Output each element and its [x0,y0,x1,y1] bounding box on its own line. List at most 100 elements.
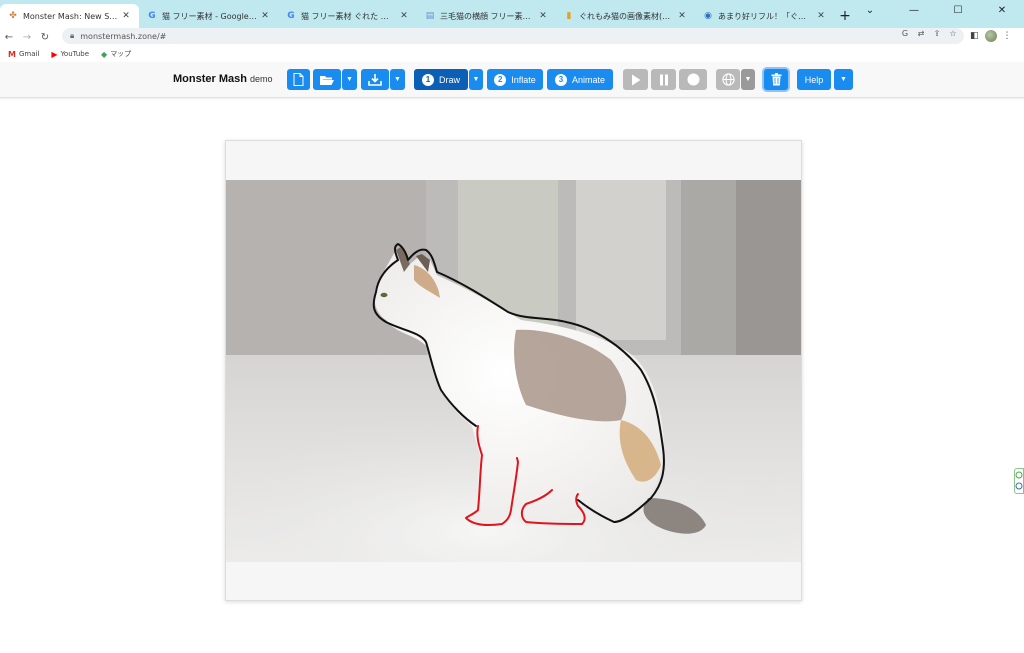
step-number: 2 [494,73,507,86]
brand-name: Monster Mash [173,73,247,85]
brand-suffix: demo [249,74,273,84]
step-number: 1 [421,73,434,86]
maps-icon: ◆ [101,49,108,59]
bookmark-label: マップ [110,50,132,58]
menu-kebab-icon[interactable]: ⋮ [1003,31,1012,41]
help-button[interactable]: Help [797,69,831,90]
bookmarks-bar: M Gmail ▶ YouTube ◆ マップ [0,46,1024,62]
open-button[interactable] [313,69,341,90]
chevron-down-icon: ▼ [840,76,847,83]
extension-side-widget[interactable] [1014,468,1024,494]
browser-right-icons: ◧ ⋮ [970,30,1012,42]
new-file-icon [293,73,304,86]
pause-button[interactable] [651,69,676,90]
document-favicon-icon: ▤ [425,11,435,21]
lock-icon: 🔒︎ [70,31,75,40]
back-icon[interactable]: ← [0,28,18,46]
mode-animate-button[interactable]: 3 Animate [547,69,613,90]
step-number: 3 [554,73,567,86]
monster-mash-favicon-icon: ✤ [9,11,17,21]
close-tab-icon[interactable]: ✕ [121,11,131,21]
reload-icon[interactable]: ↻ [36,28,54,46]
omnibox-actions: G ⇄ ⇪ ☆ [900,29,958,38]
bookmark-star-icon[interactable]: ☆ [948,29,958,38]
minimize-icon[interactable]: — [892,0,936,20]
pause-icon [659,74,668,85]
translate-icon[interactable]: ⇄ [916,29,926,38]
browser-tab-strip: ✤ Monster Mash: New Sketch-Base ✕ G 猫 フリ… [0,0,1024,28]
chevron-down-icon: ▼ [394,76,401,83]
close-tab-icon[interactable]: ✕ [816,11,826,21]
language-dropdown-button[interactable]: ▼ [741,69,755,90]
bookmark-gmail[interactable]: M Gmail [8,50,39,59]
app-toolbar: Monster Mash demo ▼ ▼ 1 Draw ▼ 2 Inflate … [0,62,1024,98]
help-label: Help [804,74,824,85]
download-icon [368,73,382,86]
url-omnibox[interactable]: 🔒︎ monstermash.zone/# G ⇄ ⇪ ☆ [62,28,964,44]
forward-icon[interactable]: → [18,28,36,46]
language-button[interactable] [716,69,740,90]
url-text: monstermash.zone/# [80,31,167,41]
play-button[interactable] [623,69,648,90]
record-button[interactable] [679,69,707,90]
share-icon[interactable]: ⇪ [932,29,942,38]
youtube-icon: ▶ [51,49,58,59]
close-window-icon[interactable]: ✕ [980,0,1024,20]
tab-title: 猫 フリー素材 - Google 検索 [162,11,257,21]
bookmark-label: Gmail [18,50,40,58]
tab-title: Monster Mash: New Sketch-Base [23,11,118,21]
tab-cat-real[interactable]: ◉ あまり好リフル！「ぐだぐだ」猫グリ ✕ [695,4,834,28]
mode-label: Animate [571,74,606,85]
extension-icon [1015,471,1023,490]
address-bar-row: ← → ↻ 🔒︎ monstermash.zone/# G ⇄ ⇪ ☆ ◧ ⋮ [0,28,1024,46]
tab-title: 三毛猫の横顔 フリー素材ドットコム [440,11,535,21]
bookmark-maps[interactable]: ◆ マップ [101,49,131,59]
close-tab-icon[interactable]: ✕ [538,11,548,21]
bookmark-label: YouTube [60,50,90,58]
tab-free-material[interactable]: ▤ 三毛猫の横顔 フリー素材ドットコム ✕ [417,4,556,28]
cat-eye [380,292,388,298]
close-tab-icon[interactable]: ✕ [260,11,270,21]
mode-inflate-button[interactable]: 2 Inflate [487,69,543,90]
tab-title: あまり好リフル！「ぐだぐだ」猫グリ [718,11,813,21]
tab-cat-images[interactable]: ▮ ぐれもみ猫の画像素材(1213アイ ✕ [556,4,695,28]
maximize-icon[interactable]: ☐ [936,0,980,20]
google-lens-icon[interactable]: G [900,29,910,38]
help-dropdown-button[interactable]: ▼ [834,69,853,90]
delete-button[interactable] [764,69,788,90]
chevron-down-icon: ▼ [472,76,480,83]
profile-avatar[interactable] [984,30,997,42]
tab-search-icon[interactable]: ⌄ [848,0,892,20]
globe-icon [721,73,735,86]
side-panel-icon[interactable]: ◧ [970,31,979,41]
draw-dropdown-button[interactable]: ▼ [469,69,483,90]
tab-title: 猫 フリー素材 ぐれた 猫外 - Goo [301,11,396,21]
new-sketch-button[interactable] [287,69,310,90]
chevron-down-icon: ▼ [346,76,353,83]
mode-label: Draw [438,74,460,85]
cat-photo-illustration [226,180,801,562]
gmail-icon: M [8,49,16,59]
close-tab-icon[interactable]: ✕ [677,11,687,21]
sketch-canvas[interactable] [225,140,802,601]
tab-google-search-2[interactable]: G 猫 フリー素材 ぐれた 猫外 - Goo ✕ [278,4,417,28]
tab-google-search-1[interactable]: G 猫 フリー素材 - Google 検索 ✕ [139,4,278,28]
site-favicon-icon: ◉ [704,11,712,21]
app-brand: Monster Mash demo [173,73,272,85]
play-icon [631,74,640,85]
google-favicon-icon: G [148,11,156,21]
open-dropdown-button[interactable]: ▼ [342,69,357,90]
export-dropdown-button[interactable]: ▼ [390,69,405,90]
export-button[interactable] [361,69,389,90]
trash-icon [771,73,781,86]
google-favicon-icon: G [287,11,295,21]
bookmark-youtube[interactable]: ▶ YouTube [51,50,89,59]
folder-open-icon [320,75,334,85]
tab-title: ぐれもみ猫の画像素材(1213アイ [579,11,674,21]
chevron-down-icon: ▼ [744,76,752,83]
mode-draw-button[interactable]: 1 Draw [414,69,468,90]
background-photo [226,180,801,562]
tab-monster-mash[interactable]: ✤ Monster Mash: New Sketch-Base ✕ [0,4,139,28]
close-tab-icon[interactable]: ✕ [399,11,409,21]
mode-label: Inflate [511,74,536,85]
